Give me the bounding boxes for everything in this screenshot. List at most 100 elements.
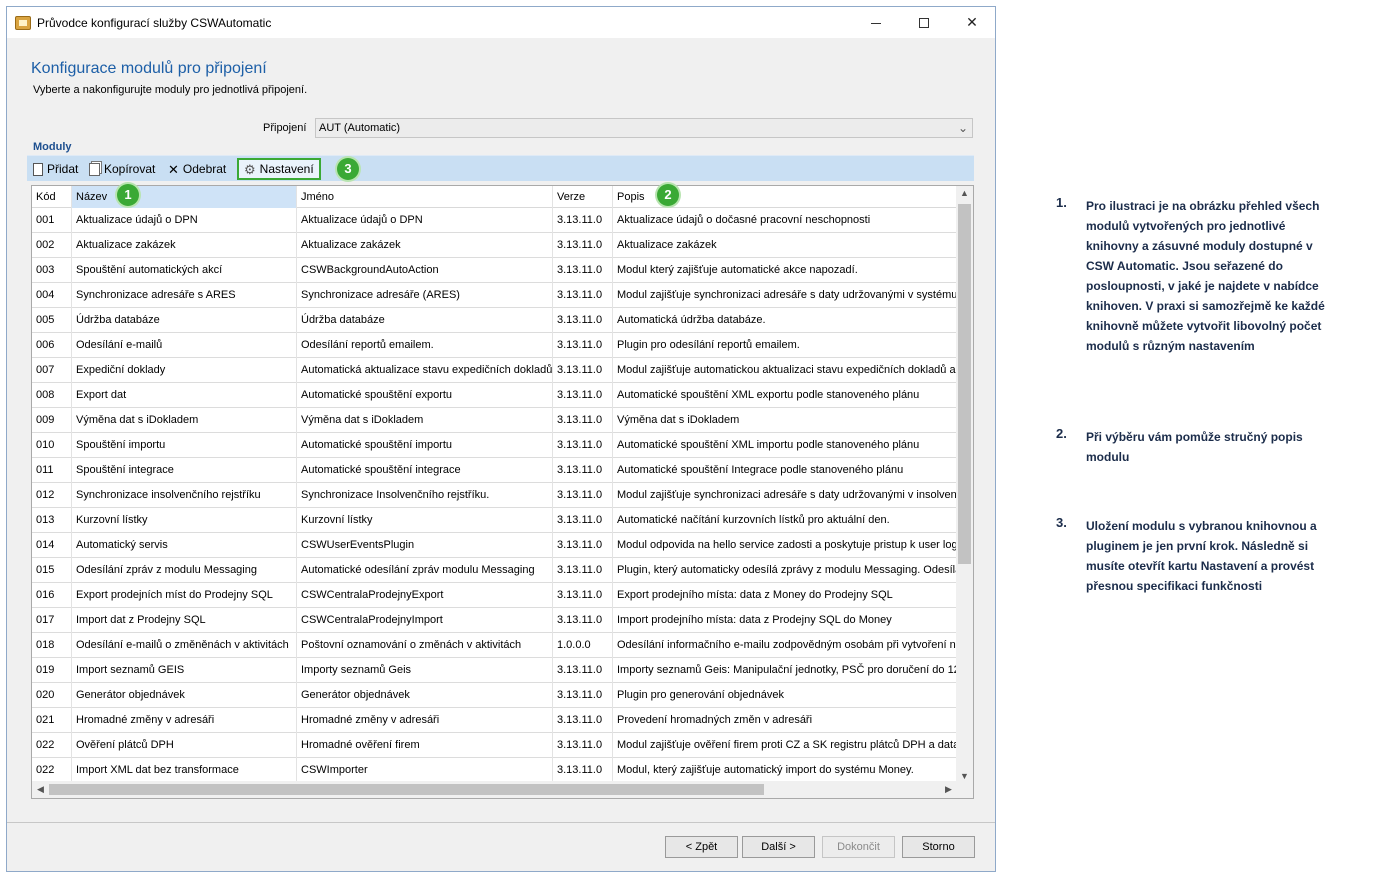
minimize-button[interactable] <box>853 7 899 38</box>
gear-icon: ⚙ <box>244 162 256 178</box>
cell-name: Generátor objednávek <box>72 683 297 708</box>
cell-version: 3.13.11.0 <box>553 408 613 433</box>
finish-button[interactable]: Dokončit <box>822 836 895 858</box>
note-number: 3. <box>1056 515 1067 530</box>
cell-version: 1.0.0.0 <box>553 633 613 658</box>
table-row[interactable]: 017 Import dat z Prodejny SQL CSWCentralaP… <box>32 608 957 633</box>
next-button[interactable]: Další > <box>742 836 815 858</box>
cell-title: Hromadné změny v adresáři <box>297 708 553 733</box>
horizontal-scroll-thumb[interactable] <box>49 784 764 795</box>
note-text: Pro ilustraci je na obrázku přehled všec… <box>1086 199 1325 353</box>
cell-title: Importy seznamů Geis <box>297 658 553 683</box>
add-button[interactable]: Přidat <box>33 159 78 179</box>
cancel-button[interactable]: Storno <box>902 836 975 858</box>
new-document-icon <box>33 163 43 177</box>
cell-description: Plugin pro generování objednávek <box>617 689 784 701</box>
cell-version: 3.13.11.0 <box>553 533 613 558</box>
table-row[interactable]: 011 Spouštění integrace Automatické spoušt… <box>32 458 957 483</box>
horizontal-scrollbar[interactable]: ◀ ▶ <box>32 781 973 798</box>
cell-version: 3.13.11.0 <box>553 208 613 233</box>
connection-select[interactable]: AUT (Automatic) ⌄ <box>315 118 973 138</box>
cell-title: CSWUserEventsPlugin <box>297 533 553 558</box>
cell-version: 3.13.11.0 <box>553 283 613 308</box>
grid-rows: 001 Aktualizace údajů o DPN Aktualizace úd… <box>32 208 957 783</box>
cell-version: 3.13.11.0 <box>553 508 613 533</box>
cell-code: 003 <box>32 258 72 283</box>
cell-title: Výměna dat s iDokladem <box>297 408 553 433</box>
table-row[interactable]: 019 Import seznamů GEIS Importy seznamů Ge… <box>32 658 957 683</box>
cell-name: Odesílání e-mailů <box>72 333 297 358</box>
cell-code: 022 <box>32 733 72 758</box>
column-header-name[interactable]: Název <box>72 186 297 208</box>
cell-code: 001 <box>32 208 72 233</box>
table-row[interactable]: 003 Spouštění automatických akcí CSWBackgr… <box>32 258 957 283</box>
table-row[interactable]: 007 Expediční doklady Automatická aktualiz… <box>32 358 957 383</box>
cell-name: Spouštění automatických akcí <box>72 258 297 283</box>
cell-code: 011 <box>32 458 72 483</box>
vertical-scroll-thumb[interactable] <box>958 204 971 564</box>
table-row[interactable]: 013 Kurzovní lístky Kurzovní lístky 3.13.11… <box>32 508 957 533</box>
note-number: 2. <box>1056 426 1067 441</box>
note-number: 1. <box>1056 195 1067 210</box>
table-row[interactable]: 004 Synchronizace adresáře s ARES Synchron… <box>32 283 957 308</box>
cell-title: Synchronizace Insolvenčního rejstříku. <box>297 483 553 508</box>
page-subtitle: Vyberte a nakonfigurujte moduly pro jedn… <box>33 84 308 96</box>
table-row[interactable]: 001 Aktualizace údajů o DPN Aktualizace úd… <box>32 208 957 233</box>
cell-title: Údržba databáze <box>297 308 553 333</box>
table-row[interactable]: 006 Odesílání e-mailů Odesílání reportů em… <box>32 333 957 358</box>
cell-code: 015 <box>32 558 72 583</box>
cell-version: 3.13.11.0 <box>553 333 613 358</box>
scroll-down-icon[interactable]: ▼ <box>956 771 973 781</box>
table-row[interactable]: 018 Odesílání e-mailů o změněnách v aktiv… <box>32 633 957 658</box>
cell-title: CSWImporter <box>297 758 553 783</box>
scroll-left-icon[interactable]: ◀ <box>32 784 49 795</box>
cell-description: Aktualizace údajů o dočasné pracovní nes… <box>617 214 871 226</box>
back-button[interactable]: < Zpět <box>665 836 738 858</box>
settings-button[interactable]: ⚙ Nastavení <box>237 158 321 180</box>
vertical-scrollbar[interactable]: ▲ ▼ <box>956 186 973 783</box>
table-row[interactable]: 010 Spouštění importu Automatické spouštěn… <box>32 433 957 458</box>
table-row[interactable]: 005 Údržba databáze Údržba databáze 3.13.11… <box>32 308 957 333</box>
cell-name: Odesílání e-mailů o změněnách v aktivitá… <box>72 633 297 658</box>
cell-name: Import seznamů GEIS <box>72 658 297 683</box>
close-button[interactable]: ✕ <box>949 7 995 38</box>
table-row[interactable]: 014 Automatický servis CSWUserEventsPlugin… <box>32 533 957 558</box>
cell-code: 007 <box>32 358 72 383</box>
table-row[interactable]: 016 Export prodejních míst do Prodejny SQ… <box>32 583 957 608</box>
table-row[interactable]: 012 Synchronizace insolvenčního rejstříku… <box>32 483 957 508</box>
table-row[interactable]: 022 Import XML dat bez transformace CSWImp… <box>32 758 957 783</box>
cell-title: Aktualizace údajů o DPN <box>297 208 553 233</box>
cell-description: Aktualizace zakázek <box>617 239 717 251</box>
table-row[interactable]: 009 Výměna dat s iDokladem Výměna dat s iD… <box>32 408 957 433</box>
remove-button[interactable]: ✕ Odebrat <box>168 159 226 179</box>
scroll-right-icon[interactable]: ▶ <box>940 784 957 795</box>
cell-name: Expediční doklady <box>72 358 297 383</box>
table-row[interactable]: 002 Aktualizace zakázek Aktualizace zakáze… <box>32 233 957 258</box>
table-row[interactable]: 020 Generátor objednávek Generátor objedná… <box>32 683 957 708</box>
table-row[interactable]: 021 Hromadné změny v adresáři Hromadné změ… <box>32 708 957 733</box>
table-row[interactable]: 008 Export dat Automatické spouštění expor… <box>32 383 957 408</box>
column-header-title[interactable]: Jméno <box>297 186 553 208</box>
scroll-up-icon[interactable]: ▲ <box>956 188 973 198</box>
cell-name: Synchronizace insolvenčního rejstříku <box>72 483 297 508</box>
cell-version: 3.13.11.0 <box>553 683 613 708</box>
cell-description: Import prodejního místa: data z Prodejny… <box>617 614 892 626</box>
table-row[interactable]: 022 Ověření plátců DPH Hromadné ověření fi… <box>32 733 957 758</box>
cell-title: Poštovní oznamování o změnách v aktivitá… <box>297 633 553 658</box>
table-row[interactable]: 015 Odesílání zpráv z modulu Messaging Aut… <box>32 558 957 583</box>
cell-code: 012 <box>32 483 72 508</box>
cell-code: 022 <box>32 758 72 783</box>
cell-code: 020 <box>32 683 72 708</box>
cell-description: Odesílání informačního e-mailu zodpovědn… <box>617 639 957 651</box>
copy-button[interactable]: Kopírovat <box>89 159 155 179</box>
cell-version: 3.13.11.0 <box>553 258 613 283</box>
cell-name: Kurzovní lístky <box>72 508 297 533</box>
callout-badge-3: 3 <box>337 158 359 180</box>
cell-description: Modul zajišťuje synchronizaci adresáře s… <box>617 489 957 501</box>
cell-code: 021 <box>32 708 72 733</box>
column-header-version[interactable]: Verze <box>553 186 613 208</box>
maximize-button[interactable] <box>901 7 947 38</box>
delete-x-icon: ✕ <box>168 162 179 178</box>
column-header-code[interactable]: Kód <box>32 186 72 208</box>
cell-code: 009 <box>32 408 72 433</box>
